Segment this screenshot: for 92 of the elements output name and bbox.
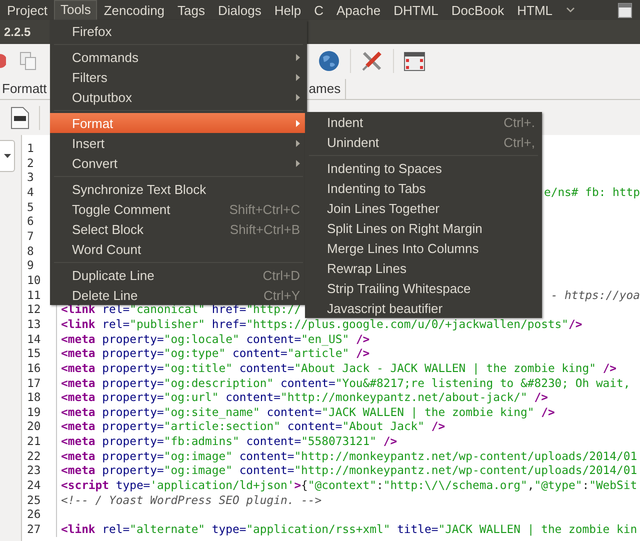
line-number: 15 (27, 346, 41, 360)
menu-bar-item[interactable]: Apache (330, 0, 387, 20)
document-icon[interactable] (11, 106, 29, 128)
line-number: 16 (27, 360, 41, 375)
code-line: <!-- / Yoast WordPress SEO plugin. --> (61, 492, 322, 507)
menu-item[interactable]: Merge Lines Into Columns (305, 238, 542, 258)
line-number: 23 (27, 463, 41, 478)
line-number: 22 (27, 448, 41, 463)
menu-bar-item[interactable]: Help (268, 0, 308, 20)
line-number: 3 (27, 170, 34, 184)
line-number: 1 (27, 141, 34, 155)
line-number: 26 (27, 507, 41, 522)
menu-item[interactable]: Rewrap Lines (305, 258, 542, 278)
code-line: <link rel="publisher" href="https://plus.google.com/u/0/+jackwallen/posts"/> (61, 316, 582, 331)
line-number: 14 (27, 332, 41, 346)
menu-bar-item[interactable]: Tags (172, 0, 212, 20)
menu-item[interactable]: Delete Line Ctrl+Y (50, 285, 307, 305)
line-number: 19 (27, 404, 41, 419)
submenu-arrow-icon (296, 74, 300, 80)
menu-item[interactable]: Synchronize Text Block (50, 179, 307, 199)
menu-item[interactable]: Select Block Shift+Ctrl+B (50, 219, 307, 239)
line-number: 5 (27, 200, 34, 214)
calendar-icon[interactable] (618, 2, 632, 18)
code-line: e/ns# fb: http (544, 184, 640, 199)
menu-bar-item[interactable]: Project (1, 0, 54, 20)
menu-item[interactable]: Split Lines on Right Margin (305, 218, 542, 238)
line-number: 21 (27, 434, 41, 448)
menu-item[interactable]: Indent Ctrl+. (305, 112, 542, 132)
line-number: 11 (27, 288, 41, 302)
submenu-arrow-icon (296, 54, 300, 60)
line-number: 10 (27, 272, 41, 287)
menu-item[interactable]: Unindent Ctrl+, (305, 132, 542, 152)
code-line: <meta property="og:locale" content="en_US" /> (61, 332, 370, 346)
line-number: 7 (27, 228, 34, 243)
line-number: 17 (27, 376, 41, 390)
menu-item[interactable]: Strip Trailing Whitespace (305, 278, 542, 298)
line-number: 13 (27, 316, 41, 331)
menu-item[interactable]: Outputbox (50, 87, 307, 107)
code-line: <meta property="og:image" content="http://monkeypantz.net/wp-content/uploads/2014/01 (61, 463, 638, 478)
menu-item[interactable]: Firefox (50, 21, 307, 41)
code-line: <script type='application/ld+json'>{"@context":"http:\/\/schema.org","@type":"WebSit (61, 478, 638, 492)
code-line: <meta property="article:section" content="About Jack" /> (61, 419, 446, 434)
menu-item[interactable]: Toggle Comment Shift+Ctrl+C (50, 199, 307, 219)
code-line: <meta property="og:site_name" content="JACK WALLEN | the zombie king" /> (61, 404, 555, 419)
code-line: <link rel="alternate" type="application/rss+xml" title="JACK WALLEN | the zombie kin (61, 522, 638, 536)
menu-item[interactable]: Word Count (50, 239, 307, 259)
menu-bar-item[interactable]: Dialogs (212, 0, 268, 20)
menu-item[interactable]: Javascript beautifier (305, 298, 542, 318)
line-number: 9 (27, 258, 34, 272)
line-number: 4 (27, 184, 34, 199)
menu-bar-item[interactable]: HTML (511, 0, 559, 20)
menu-item[interactable]: Filters (50, 67, 307, 87)
code-line: <meta property="og:image" content="http://monkeypantz.net/wp-content/uploads/2014/01 (61, 448, 638, 463)
submenu-arrow-icon (296, 120, 300, 126)
window-icon[interactable] (404, 52, 425, 70)
menu-bar-item[interactable]: Tools (54, 0, 97, 20)
menu-bar-item[interactable]: Zencoding (98, 0, 171, 20)
menu-item[interactable]: Commands (50, 47, 307, 67)
code-line: - https://yoa (550, 288, 640, 302)
menu-item[interactable]: Join Lines Together (305, 198, 542, 218)
line-number: 8 (27, 244, 34, 258)
line-number: 27 (27, 522, 41, 536)
menu-item[interactable]: Duplicate Line Ctrl+D (50, 265, 307, 285)
line-number: 6 (27, 214, 34, 228)
line-number: 24 (27, 478, 41, 492)
menu-item[interactable]: Insert (50, 133, 307, 153)
line-number: 18 (27, 390, 41, 404)
code-line: <meta property="og:title" content="About Jack - JACK WALLEN | the zombie king" /> (61, 360, 617, 375)
tools-icon[interactable] (361, 50, 383, 72)
chevron-down-icon[interactable] (566, 7, 575, 13)
code-line: <meta property="og:description" content="You&#8217;re listening to &#8230; Oh wait, (61, 376, 630, 390)
menu-item[interactable]: Indenting to Tabs (305, 178, 542, 198)
code-line: <meta property="fb:admins" content="558073121" /> (61, 434, 398, 448)
dropdown[interactable] (0, 140, 15, 172)
line-number: 25 (27, 492, 41, 507)
code-line: <link rel="canonical" href="http:// (61, 302, 302, 316)
submenu-arrow-icon (296, 160, 300, 166)
line-number: 2 (27, 156, 34, 170)
code-line: <meta property="og:url" content="http://monkeypantz.net/about-jack/" /> (61, 390, 548, 404)
menu-item[interactable]: Indenting to Spaces (305, 158, 542, 178)
line-number: 12 (27, 302, 41, 316)
menu-bar-item[interactable]: DocBook (445, 0, 510, 20)
version-label: 2.2.5 (4, 25, 31, 39)
menu-bar-item[interactable]: DHTML (388, 0, 444, 20)
menu-item[interactable]: Convert (50, 153, 307, 173)
code-line: <meta property="og:type" content="article" /> (61, 346, 370, 360)
menu-bar-item[interactable]: C (308, 0, 330, 20)
caret-icon (4, 154, 10, 158)
globe-icon[interactable] (318, 50, 340, 72)
line-number: 20 (27, 419, 41, 434)
submenu-arrow-icon (296, 94, 300, 100)
submenu-arrow-icon (296, 140, 300, 146)
